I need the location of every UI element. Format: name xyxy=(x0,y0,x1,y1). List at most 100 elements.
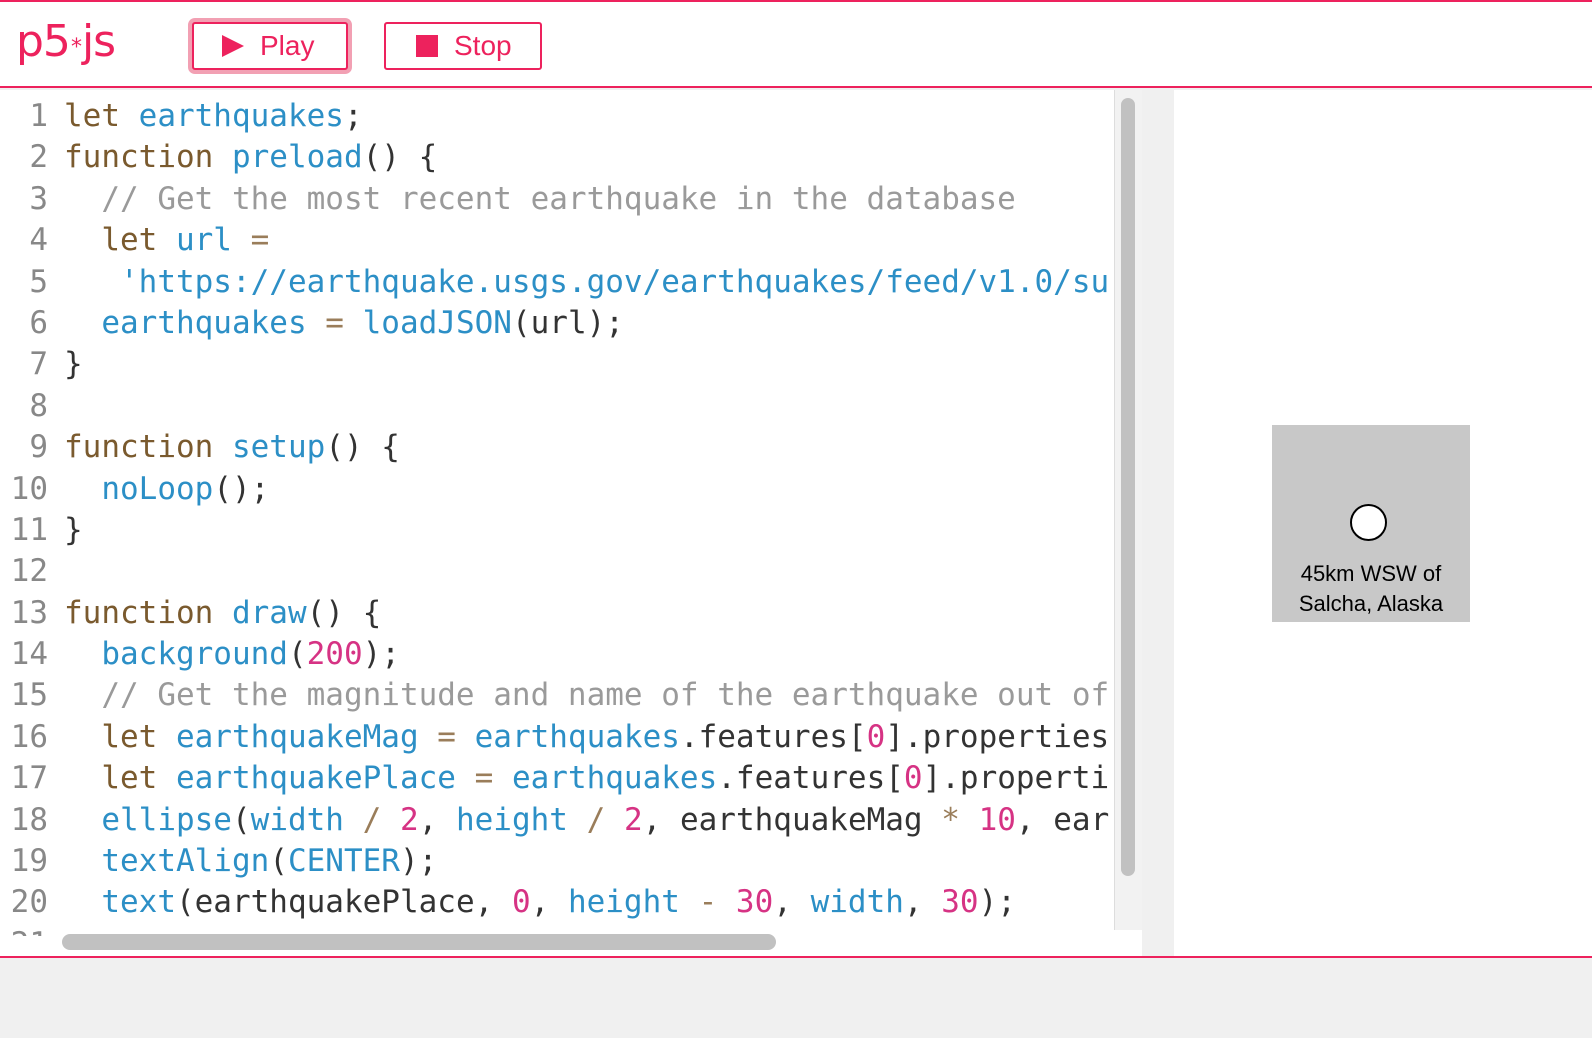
earthquake-place-text: 45km WSW of Salcha, Alaska xyxy=(1298,561,1444,616)
code-line[interactable]: 2 function preload() { xyxy=(0,137,1114,178)
code-token: 'https://earthquake.usgs.gov/earthquakes… xyxy=(64,263,1110,300)
code-token: // Get the magnitude and name of the ear… xyxy=(64,677,1110,714)
code-token: loadJSON xyxy=(362,304,512,341)
code-token: // Get the most recent earthquake in the… xyxy=(64,180,1016,217)
line-number: 3 xyxy=(29,180,48,217)
code-token: ( xyxy=(231,801,251,838)
code-token: width xyxy=(250,801,344,838)
code-line[interactable]: 7} xyxy=(0,344,1114,385)
code-token: ellipse xyxy=(64,801,232,838)
code-token: / xyxy=(567,801,624,838)
code-token: , xyxy=(773,884,811,921)
code-line[interactable]: 20 text(earthquakePlace, 0, height - 30,… xyxy=(0,882,1114,923)
code-token: earthquakeMag xyxy=(175,718,419,755)
code-line[interactable]: 1 let earthquakes; xyxy=(0,96,1114,137)
code-token: earthquakes xyxy=(474,718,680,755)
code-token: = xyxy=(306,304,363,341)
code-token: earthquakes xyxy=(511,760,718,797)
code-token: noLoop xyxy=(64,470,214,507)
code-token: ); xyxy=(362,636,400,673)
code-token: setup xyxy=(231,429,326,466)
code-line[interactable]: 14 background(200); xyxy=(0,634,1114,675)
code-lines[interactable]: 1 let earthquakes; 2 function preload() {3 … xyxy=(0,96,1114,936)
code-editor[interactable]: 1 let earthquakes; 2 function preload() {3 … xyxy=(0,90,1142,956)
code-token: 0 xyxy=(866,718,886,755)
code-token: ].properties xyxy=(885,718,1110,755)
code-line[interactable]: 5 'https://earthquake.usgs.gov/earthquak… xyxy=(0,262,1114,303)
code-token: 30 xyxy=(735,884,774,921)
line-number: 7 xyxy=(29,346,48,383)
line-number: 20 xyxy=(10,884,48,921)
code-token: textAlign xyxy=(64,843,270,880)
line-number: 17 xyxy=(10,760,48,797)
bottom-divider xyxy=(0,956,1592,958)
stop-button[interactable]: Stop xyxy=(384,22,542,70)
code-token: 200 xyxy=(306,636,363,673)
code-token: 0 xyxy=(511,884,531,921)
code-token: width xyxy=(810,884,904,921)
line-number: 15 xyxy=(10,677,48,714)
code-line[interactable]: 15 // Get the magnitude and name of the … xyxy=(0,675,1114,716)
code-token: (earthquakePlace, xyxy=(175,884,512,921)
code-token: height xyxy=(455,801,568,838)
code-token: let xyxy=(64,98,139,134)
code-token: () { xyxy=(325,429,400,466)
sketch-canvas[interactable]: 45km WSW of Salcha, Alaska xyxy=(1272,425,1470,622)
vertical-scrollbar[interactable] xyxy=(1121,98,1135,876)
line-number: 6 xyxy=(29,304,48,341)
play-button[interactable]: Play xyxy=(192,22,348,70)
horizontal-scrollbar[interactable] xyxy=(62,934,776,950)
code-token: 0 xyxy=(903,760,923,797)
code-line[interactable]: 18 ellipse(width / 2, height / 2, earthq… xyxy=(0,800,1114,841)
code-token: 30 xyxy=(941,884,979,921)
code-token: ); xyxy=(978,884,1016,921)
code-line[interactable]: 8 xyxy=(0,386,1114,427)
code-token: 10 xyxy=(978,801,1016,838)
code-token: (url); xyxy=(511,304,624,341)
code-token: background xyxy=(64,636,288,673)
line-number: 2 xyxy=(29,139,48,176)
code-line[interactable]: 12 xyxy=(0,551,1114,592)
code-token: , ear xyxy=(1015,801,1110,838)
code-line[interactable]: 4 let url = xyxy=(0,220,1114,261)
code-token: 2 xyxy=(623,801,643,838)
code-line[interactable]: 19 textAlign(CENTER); xyxy=(0,841,1114,882)
code-token: let xyxy=(64,760,176,797)
play-label: Play xyxy=(260,30,315,61)
stop-icon xyxy=(416,35,438,57)
line-number: 16 xyxy=(10,718,48,755)
code-line[interactable]: 16 let earthquakeMag = earthquakes.featu… xyxy=(0,717,1114,758)
code-token: ( xyxy=(269,843,288,880)
code-token: () { xyxy=(306,594,382,631)
code-line[interactable]: 9 function setup() { xyxy=(0,427,1114,468)
line-number: 8 xyxy=(29,387,48,424)
code-token: (); xyxy=(213,470,270,507)
code-token: ].properti xyxy=(922,760,1110,797)
code-line[interactable]: 10 noLoop(); xyxy=(0,469,1114,510)
code-token: } xyxy=(64,346,83,383)
code-line[interactable]: 6 earthquakes = loadJSON(url); xyxy=(0,303,1114,344)
line-number: 10 xyxy=(10,470,48,507)
code-line[interactable]: 17 let earthquakePlace = earthquakes.fea… xyxy=(0,758,1114,799)
line-number: 19 xyxy=(10,843,48,880)
code-line[interactable]: 13 function draw() { xyxy=(0,593,1114,634)
line-number: 14 xyxy=(10,636,48,673)
stop-label: Stop xyxy=(454,30,512,61)
code-line[interactable]: 11} xyxy=(0,510,1114,551)
line-number: 18 xyxy=(10,801,48,838)
code-token: function xyxy=(64,594,232,631)
code-token: preload xyxy=(231,139,363,176)
code-token: = xyxy=(231,222,270,259)
code-token: = xyxy=(455,760,512,797)
code-token: = xyxy=(418,718,475,755)
top-bar: p5*js Play Stop xyxy=(0,0,1592,88)
code-token: ( xyxy=(287,636,307,673)
code-token: earthquakes xyxy=(64,304,307,341)
code-token: () { xyxy=(362,139,438,176)
code-token: } xyxy=(64,511,83,548)
code-token: function xyxy=(64,139,232,176)
code-token: 2 xyxy=(399,801,419,838)
code-line[interactable]: 3 // Get the most recent earthquake in t… xyxy=(0,179,1114,220)
code-token: , xyxy=(530,884,568,921)
earthquake-circle xyxy=(1350,504,1387,541)
